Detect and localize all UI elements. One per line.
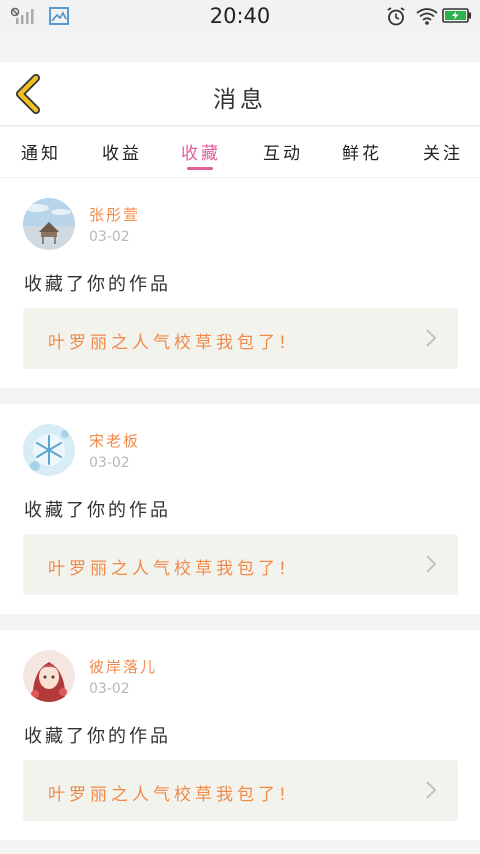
tab-flowers[interactable]: 鲜花 — [342, 139, 382, 164]
work-link[interactable]: 叶罗丽之人气校草我包了! — [23, 534, 458, 595]
tab-notifications[interactable]: 通知 — [21, 139, 61, 164]
page-title: 消息 — [213, 87, 267, 113]
username[interactable]: 彼岸落儿 — [89, 656, 157, 677]
beach-hut-avatar-icon — [23, 198, 75, 250]
tab-following[interactable]: 关注 — [423, 139, 463, 164]
tab-bar: 通知 收益 收藏 互动 鲜花 关注 — [0, 127, 480, 177]
tab-favorites[interactable]: 收藏 — [181, 139, 221, 164]
action-text: 收藏了你的作品 — [24, 726, 171, 747]
message-card: 宋老板 03-02 收藏了你的作品 叶罗丽之人气校草我包了! — [0, 404, 480, 614]
chevron-right-icon — [426, 555, 437, 573]
action-text: 收藏了你的作品 — [24, 500, 171, 521]
chevron-right-icon — [426, 781, 437, 799]
avatar[interactable] — [23, 198, 75, 250]
tab-earnings[interactable]: 收益 — [102, 139, 142, 164]
header: 消息 — [0, 62, 480, 126]
message-card: 张彤萱 03-02 收藏了你的作品 叶罗丽之人气校草我包了! — [0, 178, 480, 388]
snowflake-avatar-icon — [23, 424, 75, 476]
work-title: 叶罗丽之人气校草我包了! — [48, 785, 290, 805]
tab-interactions[interactable]: 互动 — [263, 139, 303, 164]
battery-icon — [442, 8, 471, 23]
work-link[interactable]: 叶罗丽之人气校草我包了! — [23, 308, 458, 369]
work-title: 叶罗丽之人气校草我包了! — [48, 559, 290, 579]
work-title: 叶罗丽之人气校草我包了! — [48, 333, 290, 353]
wifi-icon — [416, 8, 438, 25]
action-text: 收藏了你的作品 — [24, 274, 171, 295]
avatar[interactable] — [23, 650, 75, 702]
message-date: 03-02 — [89, 455, 130, 471]
username[interactable]: 张彤萱 — [89, 204, 140, 225]
message-date: 03-02 — [89, 681, 130, 697]
anime-girl-avatar-icon — [23, 650, 75, 702]
username[interactable]: 宋老板 — [89, 430, 140, 451]
active-tab-indicator — [187, 167, 213, 170]
status-time: 20:40 — [209, 4, 271, 28]
status-bar: 20:40 — [0, 0, 480, 32]
message-card: 彼岸落儿 03-02 收藏了你的作品 叶罗丽之人气校草我包了! — [0, 630, 480, 840]
chevron-right-icon — [426, 329, 437, 347]
alarm-icon — [387, 7, 405, 26]
message-date: 03-02 — [89, 229, 130, 245]
avatar[interactable] — [23, 424, 75, 476]
work-link[interactable]: 叶罗丽之人气校草我包了! — [23, 760, 458, 821]
